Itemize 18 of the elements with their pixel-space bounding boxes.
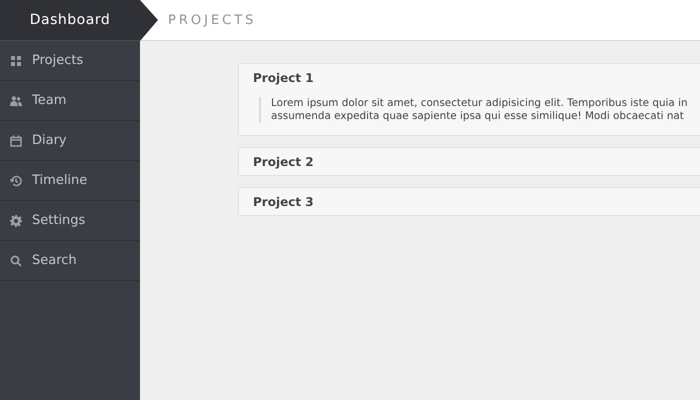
calendar-icon (10, 134, 22, 146)
sidebar-item[interactable]: Projects (0, 41, 140, 81)
panel-title[interactable]: Project 1 (239, 64, 700, 91)
sidebar-item[interactable]: Team (0, 81, 140, 121)
history-icon (10, 174, 22, 186)
search-icon (10, 254, 22, 266)
settings-icon (10, 214, 22, 226)
sidebar-item[interactable]: Timeline (0, 161, 140, 201)
people-icon (10, 94, 22, 106)
sidebar-item[interactable]: Settings (0, 201, 140, 241)
panel-text: Lorem ipsum dolor sit amet, consectetur adipisicing elit. Temporibus iste quia in assumenda expedita quae sapiente ipsa qui esse similique! Modi obcaecati nat (259, 97, 700, 123)
panel-title[interactable]: Project 2 (239, 148, 700, 175)
grid-icon (10, 54, 22, 66)
page-title: PROJECTS (168, 12, 256, 28)
brand-header: Dashboard (0, 0, 140, 41)
sidebar-item[interactable]: Search (0, 241, 140, 281)
panel-title[interactable]: Project 3 (239, 188, 700, 215)
sidebar-item[interactable]: Diary (0, 121, 140, 161)
